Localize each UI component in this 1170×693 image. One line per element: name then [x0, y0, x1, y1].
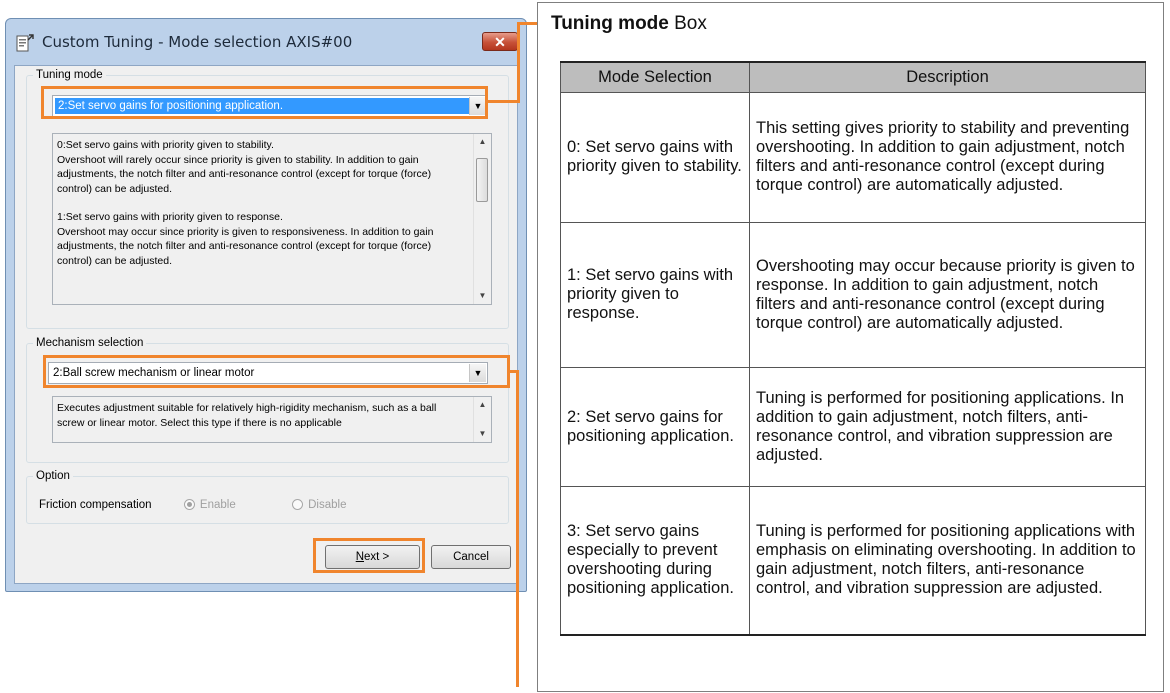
mode-cell: 3: Set servo gains especially to prevent…: [560, 486, 750, 635]
mode-cell: 2: Set servo gains for positioning appli…: [560, 367, 750, 487]
header-description: Description: [749, 61, 1146, 93]
next-button[interactable]: Next >: [325, 545, 420, 569]
title-bar[interactable]: Custom Tuning - Mode selection AXIS#00 ✕: [6, 19, 526, 71]
scroll-up-icon[interactable]: ▲: [474, 397, 491, 413]
header-mode-selection: Mode Selection: [560, 61, 750, 93]
desc-line: 1:Set servo gains with priority given to…: [57, 211, 283, 223]
tuning-mode-box-panel: Tuning mode Box Mode Selection Descripti…: [537, 2, 1164, 692]
desc-line: Overshoot may occur since priority is gi…: [57, 225, 434, 267]
table-row: 0: Set servo gains with priority given t…: [560, 92, 1146, 223]
desc-line: 0:Set servo gains with priority given to…: [57, 139, 274, 151]
scroll-thumb[interactable]: [476, 158, 488, 202]
mode-cell: 1: Set servo gains with priority given t…: [560, 222, 750, 368]
table-row: 2: Set servo gains for positioning appli…: [560, 367, 1146, 487]
chevron-down-icon[interactable]: ▼: [469, 97, 486, 115]
option-legend: Option: [36, 470, 70, 482]
panel-title: Tuning mode Box: [551, 13, 707, 35]
tuning-mode-selected: 2:Set servo gains for positioning applic…: [55, 98, 469, 114]
radio-selected-icon: [183, 499, 195, 510]
description-cell: This setting gives priority to stability…: [749, 92, 1146, 223]
dialog-title: Custom Tuning - Mode selection AXIS#00: [42, 33, 353, 51]
mechanism-description[interactable]: Executes adjustment suitable for relativ…: [52, 396, 492, 443]
table-header-row: Mode Selection Description: [560, 61, 1146, 93]
scroll-up-icon[interactable]: ▲: [474, 134, 491, 150]
callout-line: [517, 22, 520, 103]
tuning-mode-description[interactable]: 0:Set servo gains with priority given to…: [52, 133, 492, 305]
close-button[interactable]: ✕: [482, 32, 518, 51]
table-row: 1: Set servo gains with priority given t…: [560, 222, 1146, 368]
table-row: 3: Set servo gains especially to prevent…: [560, 486, 1146, 635]
mechanism-selected: 2:Ball screw mechanism or linear motor: [53, 367, 255, 379]
mode-cell: 0: Set servo gains with priority given t…: [560, 92, 750, 223]
callout-line: [517, 22, 537, 25]
desc-spacer: [57, 196, 465, 210]
callout-line: [488, 100, 520, 103]
mechanism-desc-text: Executes adjustment suitable for relativ…: [57, 402, 437, 429]
next-label: ext >: [364, 551, 390, 563]
disable-label: Disable: [308, 499, 347, 511]
mechanism-select[interactable]: 2:Ball screw mechanism or linear motor ▼: [48, 362, 488, 384]
option-group: Option: [26, 470, 509, 524]
mode-table: Mode Selection Description 0: Set servo …: [560, 61, 1146, 636]
dialog-client: Tuning mode 2:Set servo gains for positi…: [14, 65, 518, 584]
scroll-down-icon[interactable]: ▼: [474, 288, 491, 304]
cancel-button[interactable]: Cancel: [431, 545, 511, 569]
scroll-down-icon[interactable]: ▼: [474, 426, 491, 442]
tuning-mode-select[interactable]: 2:Set servo gains for positioning applic…: [52, 95, 488, 117]
description-scrollbar[interactable]: ▲ ▼: [473, 134, 491, 304]
description-cell: Tuning is performed for positioning appl…: [749, 486, 1146, 635]
enable-radio[interactable]: Enable: [183, 499, 236, 511]
friction-compensation-label: Friction compensation: [39, 499, 152, 511]
mechanism-scrollbar[interactable]: ▲ ▼: [473, 397, 491, 442]
description-cell: Tuning is performed for positioning appl…: [749, 367, 1146, 487]
enable-label: Enable: [199, 499, 236, 511]
disable-radio[interactable]: Disable: [292, 499, 346, 511]
friction-compensation-row: Friction compensation Enable Disable: [39, 499, 346, 511]
panel-title-bold: Tuning mode: [551, 13, 669, 34]
mechanism-legend: Mechanism selection: [36, 337, 144, 349]
custom-tuning-dialog: Custom Tuning - Mode selection AXIS#00 ✕…: [5, 18, 527, 592]
next-mnemonic: N: [355, 551, 365, 563]
callout-line: [516, 370, 519, 687]
panel-title-rest: Box: [668, 13, 707, 34]
tuning-mode-legend: Tuning mode: [36, 69, 103, 81]
radio-icon: [292, 499, 304, 510]
app-icon: [16, 34, 34, 52]
desc-line: Overshoot will rarely occur since priori…: [57, 153, 432, 195]
chevron-down-icon[interactable]: ▼: [469, 364, 486, 382]
description-cell: Overshooting may occur because priority …: [749, 222, 1146, 368]
